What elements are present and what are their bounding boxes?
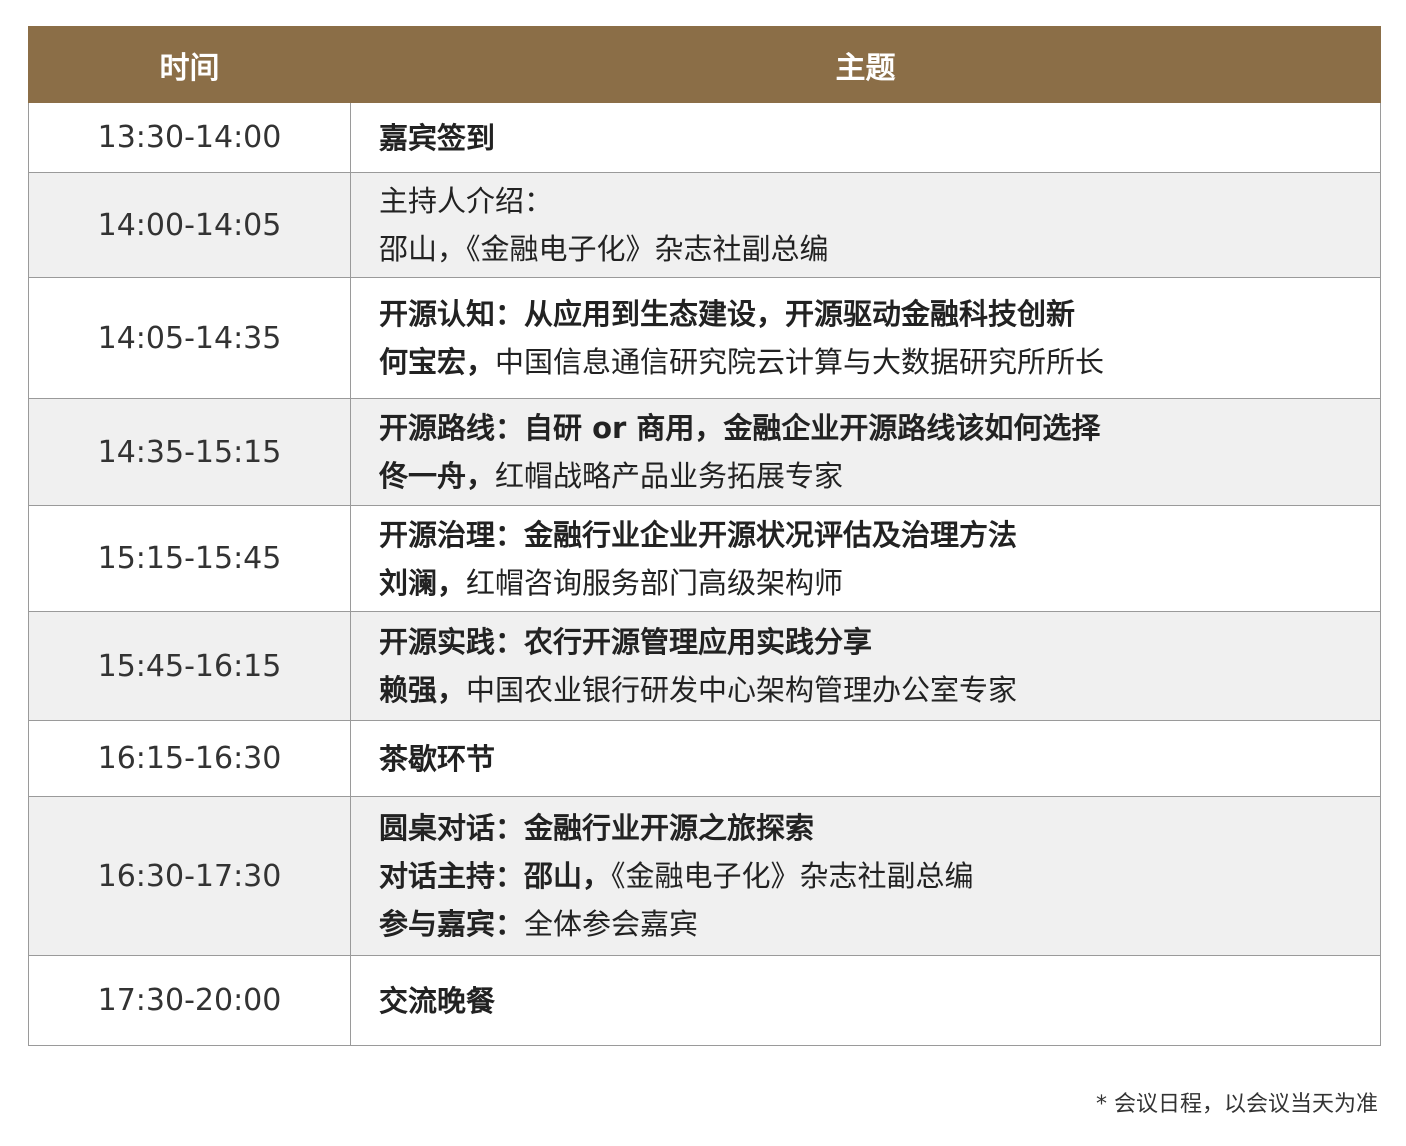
- row-topic: 嘉宾签到: [350, 102, 1381, 173]
- topic-strong: 何宝宏，: [379, 345, 496, 379]
- topic-text: 全体参会嘉宾: [524, 907, 699, 941]
- table-row: 16:15-16:30 茶歇环节: [28, 720, 1381, 797]
- row-topic: 开源治理：金融行业企业开源状况评估及治理方法 刘澜，红帽咨询服务部门高级架构师: [350, 505, 1381, 612]
- topic-line: 开源治理：金融行业企业开源状况评估及治理方法: [379, 511, 1380, 559]
- topic-strong: 参与嘉宾：: [379, 907, 525, 941]
- header-time: 时间: [28, 26, 351, 103]
- footnote: * 会议日程，以会议当天为准: [1096, 1092, 1378, 1117]
- topic-text: 《金融电子化》杂志社副总编: [611, 859, 974, 893]
- topic-strong: 交流晚餐: [379, 983, 496, 1018]
- topic-line: 嘉宾签到: [379, 114, 1380, 162]
- topic-line: 开源认知：从应用到生态建设，开源驱动金融科技创新: [379, 290, 1380, 338]
- topic-line: 对话主持：邵山，《金融电子化》杂志社副总编: [379, 852, 1380, 900]
- topic-line: 佟一舟，红帽战略产品业务拓展专家: [379, 452, 1380, 500]
- table-row: 14:35-15:15 开源路线：自研 or 商用，金融企业开源路线该如何选择 …: [28, 398, 1381, 506]
- topic-strong: 开源实践：农行开源管理应用实践分享: [379, 625, 873, 659]
- topic-line: 参与嘉宾：全体参会嘉宾: [379, 900, 1380, 948]
- topic-strong: 对话主持：邵山，: [379, 859, 612, 893]
- row-topic: 圆桌对话：金融行业开源之旅探索 对话主持：邵山，《金融电子化》杂志社副总编 参与…: [350, 796, 1381, 956]
- topic-text: 中国信息通信研究院云计算与大数据研究所所长: [495, 345, 1105, 379]
- row-topic: 茶歇环节: [350, 720, 1381, 797]
- row-time: 16:15-16:30: [28, 720, 351, 797]
- header-row: 时间 主题: [28, 26, 1381, 103]
- row-topic: 主持人介绍： 邵山，《金融电子化》杂志社副总编: [350, 172, 1381, 278]
- topic-strong: 开源治理：金融行业企业开源状况评估及治理方法: [379, 517, 1018, 552]
- row-time: 13:30-14:00: [28, 102, 351, 173]
- topic-line: 刘澜，红帽咨询服务部门高级架构师: [379, 559, 1380, 607]
- topic-strong: 开源认知：从应用到生态建设，开源驱动金融科技创新: [379, 297, 1076, 331]
- table-row: 17:30-20:00 交流晚餐: [28, 955, 1381, 1046]
- topic-line: 茶歇环节: [379, 735, 1380, 783]
- topic-strong: 嘉宾签到: [379, 120, 496, 155]
- topic-text: 红帽咨询服务部门高级架构师: [466, 565, 844, 600]
- topic-strong: 赖强，: [379, 673, 467, 707]
- table-row: 15:45-16:15 开源实践：农行开源管理应用实践分享 赖强，中国农业银行研…: [28, 611, 1381, 721]
- table-row: 14:00-14:05 主持人介绍： 邵山，《金融电子化》杂志社副总编: [28, 172, 1381, 278]
- row-topic: 开源认知：从应用到生态建设，开源驱动金融科技创新 何宝宏，中国信息通信研究院云计…: [350, 277, 1381, 399]
- row-time: 15:15-15:45: [28, 505, 351, 612]
- topic-line: 赖强，中国农业银行研发中心架构管理办公室专家: [379, 666, 1380, 714]
- row-time: 14:00-14:05: [28, 172, 351, 278]
- topic-line: 何宝宏，中国信息通信研究院云计算与大数据研究所所长: [379, 338, 1380, 386]
- topic-strong: 开源路线：自研 or 商用，金融企业开源路线该如何选择: [379, 411, 1101, 445]
- topic-strong: 圆桌对话：金融行业开源之旅探索: [379, 811, 815, 845]
- table-row: 13:30-14:00 嘉宾签到: [28, 102, 1381, 173]
- topic-strong: 佟一舟，: [379, 459, 496, 493]
- topic-text: 中国农业银行研发中心架构管理办公室专家: [466, 673, 1018, 707]
- topic-text: 邵山，《金融电子化》杂志社副总编: [379, 232, 829, 266]
- header-topic: 主题: [350, 26, 1381, 103]
- table-row: 15:15-15:45 开源治理：金融行业企业开源状况评估及治理方法 刘澜，红帽…: [28, 505, 1381, 612]
- topic-text: 主持人介绍：: [379, 184, 554, 218]
- row-topic: 交流晚餐: [350, 955, 1381, 1046]
- row-topic: 开源实践：农行开源管理应用实践分享 赖强，中国农业银行研发中心架构管理办公室专家: [350, 611, 1381, 721]
- table-row: 16:30-17:30 圆桌对话：金融行业开源之旅探索 对话主持：邵山，《金融电…: [28, 796, 1381, 956]
- topic-line: 主持人介绍：: [379, 177, 1380, 225]
- topic-line: 交流晚餐: [379, 977, 1380, 1025]
- topic-line: 圆桌对话：金融行业开源之旅探索: [379, 804, 1380, 852]
- row-topic: 开源路线：自研 or 商用，金融企业开源路线该如何选择 佟一舟，红帽战略产品业务…: [350, 398, 1381, 506]
- agenda-table: 时间 主题 13:30-14:00 嘉宾签到 14:00-14:05 主持人介绍…: [28, 26, 1381, 1046]
- topic-line: 开源路线：自研 or 商用，金融企业开源路线该如何选择: [379, 404, 1380, 452]
- topic-line: 开源实践：农行开源管理应用实践分享: [379, 618, 1380, 666]
- row-time: 14:35-15:15: [28, 398, 351, 506]
- topic-text: 红帽战略产品业务拓展专家: [495, 459, 844, 493]
- row-time: 16:30-17:30: [28, 796, 351, 956]
- row-time: 15:45-16:15: [28, 611, 351, 721]
- topic-line: 邵山，《金融电子化》杂志社副总编: [379, 225, 1380, 273]
- row-time: 14:05-14:35: [28, 277, 351, 399]
- topic-strong: 茶歇环节: [379, 741, 496, 776]
- table-row: 14:05-14:35 开源认知：从应用到生态建设，开源驱动金融科技创新 何宝宏…: [28, 277, 1381, 399]
- row-time: 17:30-20:00: [28, 955, 351, 1046]
- topic-strong: 刘澜，: [379, 565, 467, 600]
